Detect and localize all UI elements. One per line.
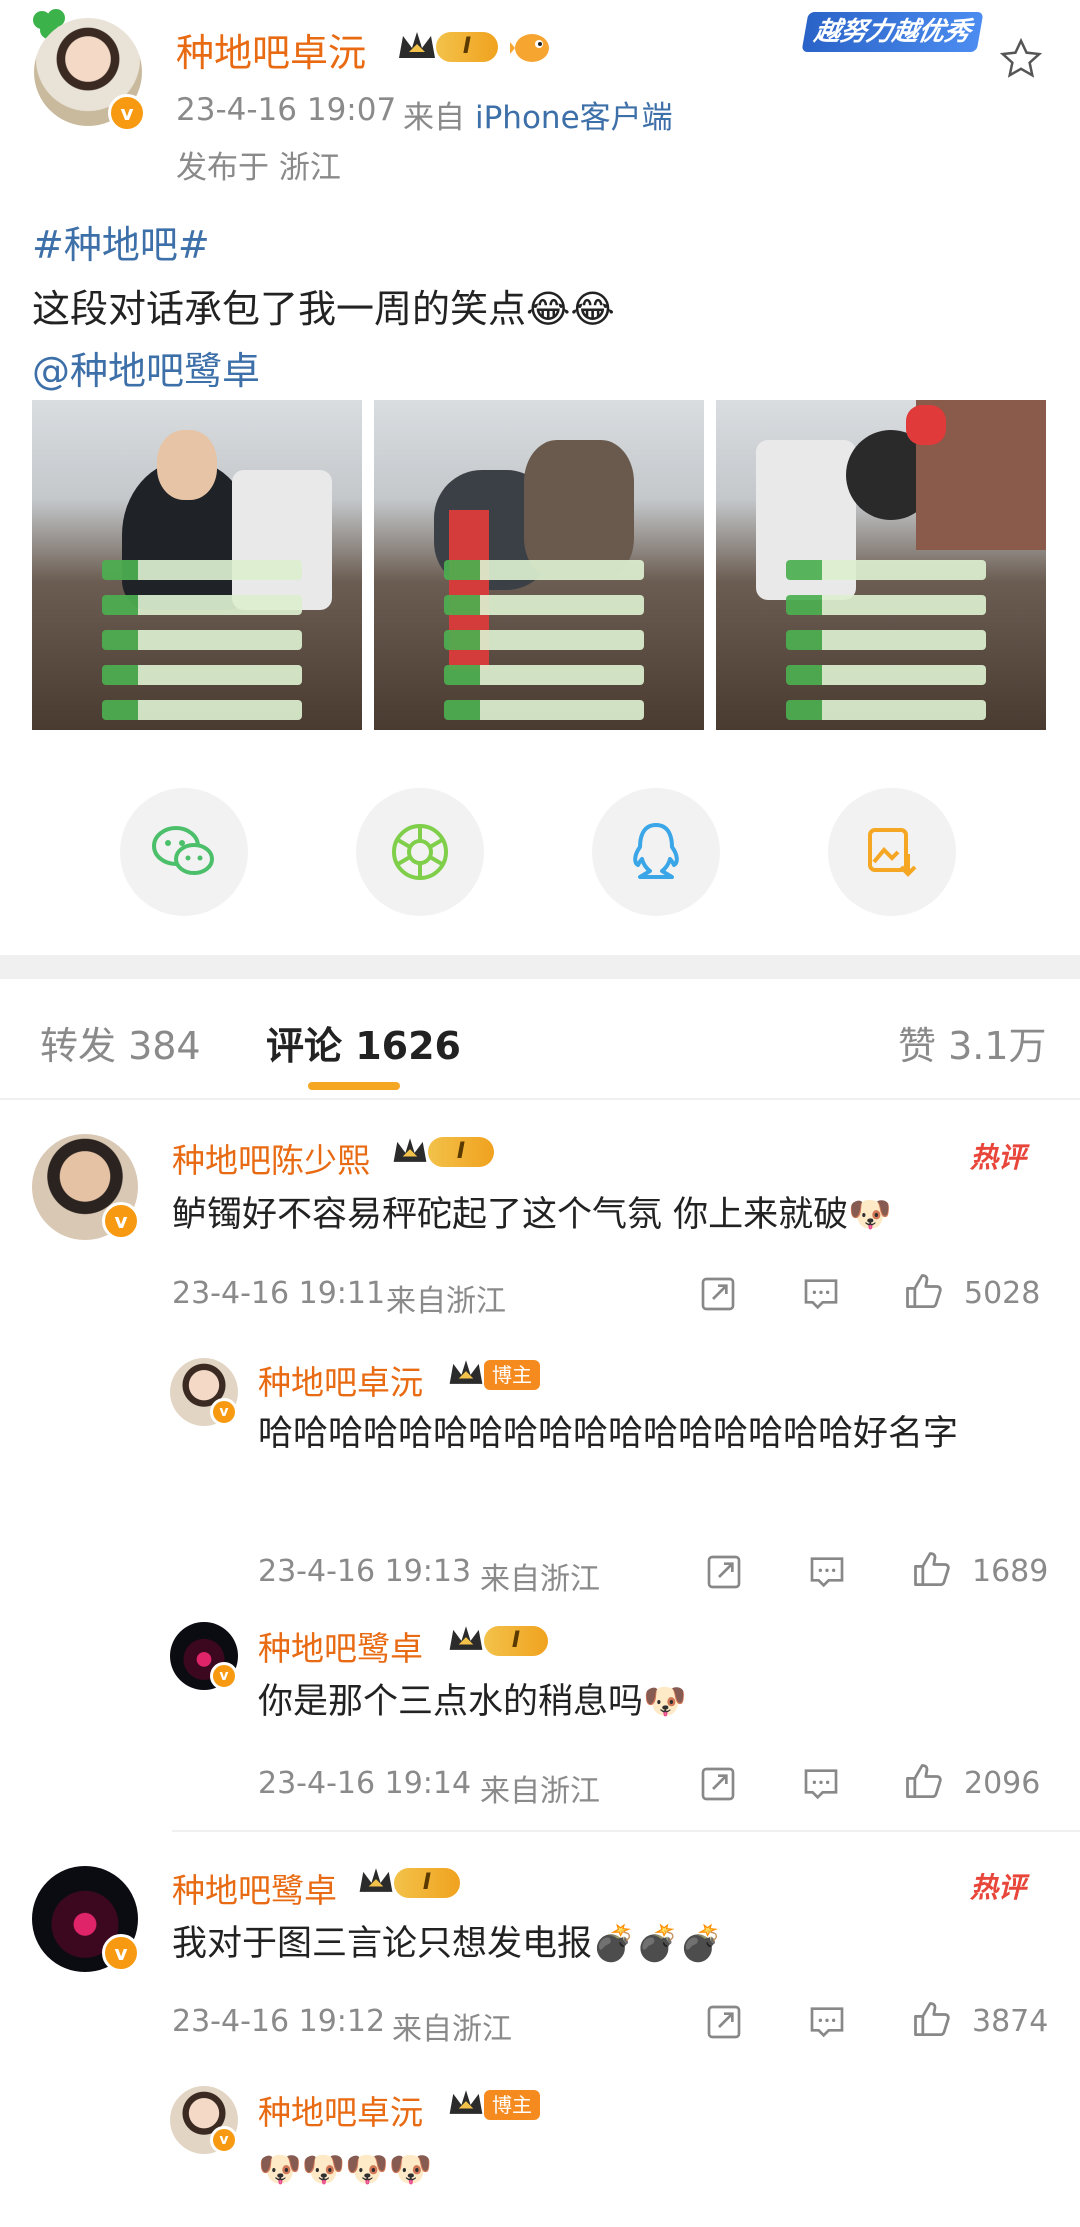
doge-emoji: 🐶 <box>643 1682 687 1722</box>
reply-from: 来自浙江 <box>480 1562 600 1597</box>
post-author-name[interactable]: 种地吧卓沅 <box>176 22 366 77</box>
wechat-icon <box>152 826 214 875</box>
comment-time: 23-4-16 19:12 <box>172 2004 386 2039</box>
comment-icon[interactable] <box>806 2002 848 2046</box>
comment-author[interactable]: 种地吧陈少熙 <box>172 1134 370 1182</box>
comment-icon[interactable] <box>800 1274 842 1318</box>
tabs-divider <box>0 1098 1080 1100</box>
section-divider <box>0 955 1080 979</box>
comment-body: 我对于图三言论只想发电报 <box>172 1924 593 1964</box>
reply-time: 23-4-16 19:13 <box>258 1554 472 1589</box>
post-image-3[interactable] <box>716 400 1046 730</box>
share-wechat-button[interactable] <box>120 788 248 916</box>
comment-from: 来自浙江 <box>392 2012 512 2047</box>
share-icon[interactable] <box>698 1764 738 1808</box>
crown-icon <box>390 1134 430 1172</box>
like-icon[interactable] <box>910 1548 954 1596</box>
qq-icon <box>633 823 679 879</box>
share-qq-button[interactable] <box>592 788 720 916</box>
crown-icon <box>446 1356 486 1394</box>
post-hashtag[interactable]: #种地吧# <box>32 214 210 269</box>
comment-icon[interactable] <box>800 1764 842 1808</box>
tab-like[interactable]: 赞 3.1万 <box>898 1015 1047 1070</box>
comment-divider <box>172 1830 1080 1832</box>
post-from-prefix: 来自 <box>403 100 465 136</box>
like-count: 3874 <box>972 2004 1049 2039</box>
hot-comment-badge: 热评 <box>970 1871 1027 1904</box>
like-icon[interactable] <box>902 1760 946 1808</box>
like-count: 5028 <box>964 1276 1041 1311</box>
post-from-device[interactable]: iPhone客户端 <box>475 92 673 137</box>
verified-icon: v <box>108 94 146 132</box>
comment-icon[interactable] <box>806 1552 848 1596</box>
active-tab-indicator <box>308 1082 400 1090</box>
crown-icon <box>356 1864 396 1902</box>
like-count: 1689 <box>972 1554 1049 1589</box>
comment-time: 23-4-16 19:11 <box>172 1276 386 1311</box>
comment-text: 鲈镯好不容易秤砣起了这个气氛 你上来就破🐶 <box>172 1185 892 1245</box>
banner-badge: 越努力越优秀 <box>801 12 984 52</box>
post-image-1[interactable] <box>32 400 362 730</box>
author-badge: 博主 <box>484 1360 540 1390</box>
hot-comment-badge: 热评 <box>970 1141 1027 1174</box>
comment-text: 我对于图三言论只想发电报💣💣💣 <box>172 1914 723 1974</box>
tab-repost[interactable]: 转发 384 <box>40 1015 201 1070</box>
tab-comment[interactable]: 评论 1626 <box>266 1015 461 1070</box>
laugh-emoji: 😂😂 <box>526 287 615 331</box>
like-icon[interactable] <box>902 1270 946 1318</box>
post-time: 23-4-16 19:07 <box>176 92 397 128</box>
moments-icon <box>392 824 448 880</box>
verified-icon: v <box>210 2126 238 2154</box>
reply-text: 哈哈哈哈哈哈哈哈哈哈哈哈哈哈哈哈哈好名字 <box>258 1414 959 1454</box>
post-mention[interactable]: @种地吧鹭卓 <box>32 340 260 395</box>
verified-icon: v <box>102 1202 140 1240</box>
bomb-emoji: 💣💣💣 <box>592 1924 723 1964</box>
like-icon[interactable] <box>910 1998 954 2046</box>
reply-body: 你是那个三点水的稍息吗 <box>258 1682 644 1722</box>
verified-icon: v <box>102 1934 140 1972</box>
level-badge: I <box>428 1137 494 1167</box>
post-text-body: 这段对话承包了我一周的笑点 <box>32 287 527 331</box>
post-text: 这段对话承包了我一周的笑点😂😂 <box>32 278 615 333</box>
reply-emoji: 🐶🐶🐶🐶 <box>258 2150 433 2190</box>
comment-from: 来自浙江 <box>386 1284 506 1319</box>
crown-icon <box>446 2086 486 2124</box>
level-badge: I <box>394 1868 460 1898</box>
level-badge: I <box>484 1626 548 1656</box>
star-icon[interactable] <box>998 36 1044 86</box>
reply-author[interactable]: 种地吧卓沅 <box>258 2086 423 2134</box>
comment-author[interactable]: 种地吧鹭卓 <box>172 1864 337 1912</box>
share-moments-button[interactable] <box>356 788 484 916</box>
author-badge: 博主 <box>484 2090 540 2120</box>
comment-body: 鲈镯好不容易秤砣起了这个气氛 你上来就破 <box>172 1195 849 1235</box>
like-count: 2096 <box>964 1766 1041 1801</box>
save-image-icon <box>868 828 917 877</box>
share-icon[interactable] <box>704 1552 744 1596</box>
level-badge: I <box>436 32 498 62</box>
reply-time: 23-4-16 19:14 <box>258 1766 472 1801</box>
crown-icon <box>446 1622 486 1660</box>
reply-text: 你是那个三点水的稍息吗🐶 <box>258 1672 687 1732</box>
banner-text: 越努力越优秀 <box>811 17 974 47</box>
verified-icon: v <box>210 1662 238 1690</box>
save-image-button[interactable] <box>828 788 956 916</box>
reply-author[interactable]: 种地吧鹭卓 <box>258 1622 423 1670</box>
crown-icon <box>395 28 439 68</box>
share-icon[interactable] <box>704 2002 744 2046</box>
reply-from: 来自浙江 <box>480 1774 600 1809</box>
post-location: 发布于 浙江 <box>176 150 341 186</box>
reply-author[interactable]: 种地吧卓沅 <box>258 1356 423 1404</box>
doge-emoji: 🐶 <box>848 1195 892 1235</box>
share-icon[interactable] <box>698 1274 738 1318</box>
verified-icon: v <box>210 1398 238 1426</box>
pufferfish-icon <box>510 26 554 66</box>
post-image-2[interactable] <box>374 400 704 730</box>
